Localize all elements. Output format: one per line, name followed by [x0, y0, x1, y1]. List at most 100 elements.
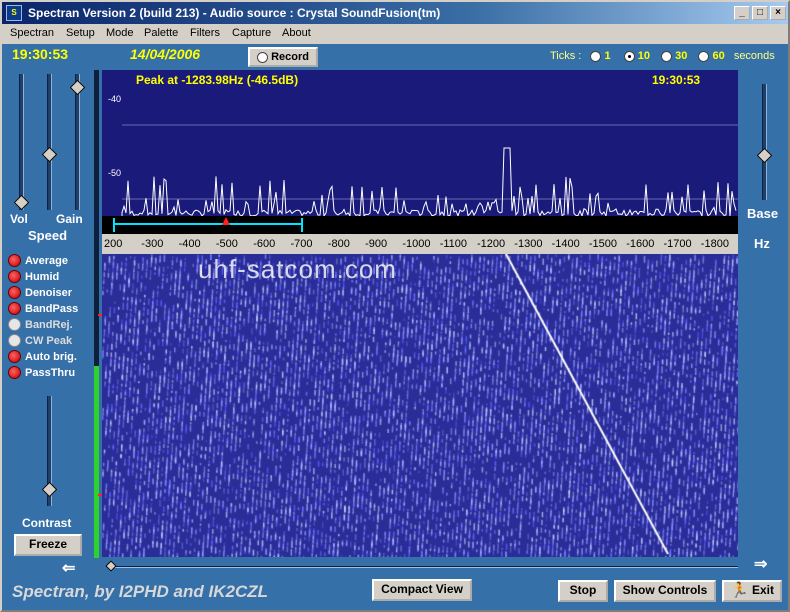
spectrum-display[interactable]: Peak at -1283.98Hz (-46.5dB) 19:30:53 -4… — [102, 70, 738, 216]
base-label: Base — [747, 206, 779, 221]
clock-time: 19:30:53 — [12, 46, 69, 62]
frequency-tick-label: -1100 — [439, 238, 468, 250]
record-label: Record — [271, 51, 309, 63]
tick-option-30[interactable]: 30 — [661, 50, 687, 62]
db-label-40: -40 — [108, 94, 122, 104]
led-on-icon — [8, 254, 21, 267]
speed-slider-thumb[interactable] — [41, 146, 58, 163]
gain-label: Gain — [56, 212, 83, 226]
title-bar[interactable]: S Spectran Version 2 (build 213) - Audio… — [2, 2, 788, 24]
frequency-tick-label: -300 — [141, 238, 164, 250]
speed-label: Speed — [28, 228, 68, 243]
stop-button[interactable]: Stop — [558, 580, 608, 602]
exit-button[interactable]: 🏃 Exit — [722, 580, 782, 602]
feature-toggle[interactable]: BandPass — [8, 302, 78, 317]
led-on-icon — [8, 350, 21, 363]
vol-label: Vol — [10, 212, 28, 226]
waterfall-display[interactable]: uhf-satcom.com — [102, 254, 738, 557]
feature-toggle[interactable]: Auto brig. — [8, 350, 77, 365]
frequency-tick-label: -700 — [290, 238, 313, 250]
feature-toggle[interactable]: CW Peak — [8, 334, 72, 349]
passband-bar[interactable] — [102, 216, 738, 234]
gain-slider-thumb[interactable] — [69, 79, 86, 96]
exit-label: Exit — [751, 583, 774, 597]
center-marker-icon[interactable] — [222, 217, 230, 225]
tick-option-10[interactable]: 10 — [623, 50, 650, 62]
passband-right-handle[interactable] — [301, 218, 303, 232]
frequency-tick-label: -1300 — [514, 238, 543, 250]
radio-icon — [661, 50, 673, 62]
waterfall-scrollbar[interactable] — [102, 560, 738, 572]
radio-icon — [590, 50, 602, 62]
menu-about[interactable]: About — [282, 27, 311, 39]
led-off-icon — [8, 334, 21, 347]
menu-palette[interactable]: Palette — [144, 27, 178, 39]
volume-slider-track[interactable] — [19, 74, 24, 210]
menu-spectran[interactable]: Spectran — [10, 27, 54, 39]
current-date: 14/04/2006 — [130, 46, 201, 62]
contrast-slider-thumb[interactable] — [41, 481, 58, 498]
frequency-tick-label: 200 — [104, 238, 123, 250]
frequency-tick-label: -1600 — [626, 238, 655, 250]
record-button[interactable]: Record — [248, 47, 318, 67]
menu-bar: Spectran Setup Mode Palette Filters Capt… — [2, 24, 788, 44]
frequency-tick-label: -1200 — [477, 238, 506, 250]
freeze-button[interactable]: Freeze — [14, 534, 82, 556]
feature-toggle[interactable]: PassThru — [8, 366, 75, 381]
frequency-tick-label: -1500 — [588, 238, 618, 250]
volume-slider-thumb[interactable] — [13, 194, 30, 211]
tick-option-1[interactable]: 1 — [590, 50, 611, 62]
main-panel: 19:30:53 14/04/2006 Record Ticks : 1 10 … — [2, 44, 788, 610]
peak-readout: Peak at -1283.98Hz (-46.5dB) — [136, 73, 299, 87]
tick-option-60[interactable]: 60 — [698, 50, 725, 62]
feature-toggle[interactable]: BandRej. — [8, 318, 73, 333]
frequency-tick-label: -400 — [178, 238, 201, 250]
tick-unit: seconds — [733, 50, 775, 62]
spectrum-trace — [121, 124, 738, 216]
maximize-button[interactable]: □ — [752, 6, 768, 20]
frequency-tick-label: -500 — [215, 238, 238, 250]
window-title: Spectran Version 2 (build 213) - Audio s… — [28, 6, 441, 20]
scroll-right-arrow-icon[interactable]: ⇒ — [754, 554, 767, 574]
feature-label: BandRej. — [25, 318, 73, 331]
speed-slider-track[interactable] — [47, 74, 52, 210]
scrollbar-track[interactable] — [112, 566, 738, 568]
led-on-icon — [8, 302, 21, 315]
base-slider-thumb[interactable] — [756, 147, 773, 164]
radio-selected-icon — [623, 50, 635, 62]
feature-label: PassThru — [25, 366, 76, 379]
led-on-icon — [8, 366, 21, 379]
base-slider-track[interactable] — [762, 84, 767, 200]
feature-toggle[interactable]: Average — [8, 254, 68, 269]
led-on-icon — [8, 286, 21, 299]
menu-setup[interactable]: Setup — [66, 27, 95, 39]
close-button[interactable]: × — [770, 6, 786, 20]
menu-mode[interactable]: Mode — [106, 27, 134, 39]
passband-left-handle[interactable] — [113, 218, 115, 232]
feature-toggle[interactable]: Denoiser — [8, 286, 72, 301]
led-off-icon — [8, 318, 21, 331]
frequency-tick-label: -1400 — [551, 238, 580, 250]
spectran-app-icon[interactable]: S — [6, 5, 22, 21]
menu-capture[interactable]: Capture — [232, 27, 271, 39]
compact-view-button[interactable]: Compact View — [372, 579, 472, 601]
application-window: S Spectran Version 2 (build 213) - Audio… — [0, 0, 790, 612]
frequency-tick-label: -1700 — [663, 238, 692, 250]
spectrum-time: 19:30:53 — [652, 73, 701, 87]
feature-label: Denoiser — [25, 286, 73, 299]
frequency-tick-label: -1000 — [402, 238, 431, 250]
level-meter-fill — [94, 366, 99, 558]
minimize-button[interactable]: _ — [734, 6, 750, 20]
scrollbar-thumb[interactable] — [105, 560, 117, 572]
passband-range — [114, 223, 302, 225]
feature-label: Auto brig. — [25, 350, 77, 363]
ticks-selector: Ticks : 1 10 30 60 seconds — [550, 50, 775, 62]
menu-filters[interactable]: Filters — [190, 27, 220, 39]
frequency-tick-label: -600 — [253, 238, 276, 250]
credit-text: Spectran, by I2PHD and IK2CZL — [12, 582, 268, 601]
scroll-left-arrow-icon[interactable]: ⇐ — [62, 558, 75, 578]
led-on-icon — [8, 270, 21, 283]
feature-toggle[interactable]: Humid — [8, 270, 59, 285]
show-controls-button[interactable]: Show Controls — [614, 580, 716, 602]
feature-label: CW Peak — [25, 334, 73, 347]
